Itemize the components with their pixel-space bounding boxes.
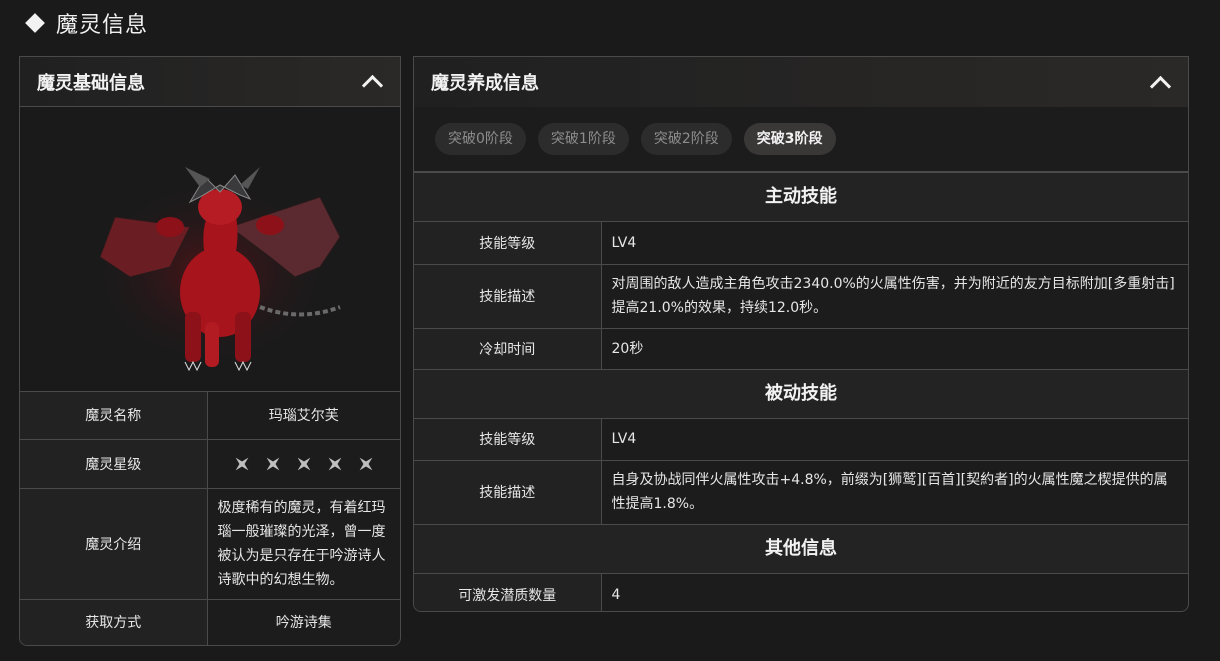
intro-value: 极度稀有的魔灵，有着红玛瑙一般璀璨的光泽，曾一度被认为是只存在于吟游诗人诗歌中的… <box>207 487 400 599</box>
table-row: 冷却时间 20秒 <box>414 327 1188 369</box>
active-skill-table: 技能等级 LV4 技能描述 对周围的敌人造成主角色攻击2340.0%的火属性伤害… <box>414 222 1188 369</box>
passive-level-value: LV4 <box>611 431 637 448</box>
passive-desc-label: 技能描述 <box>414 459 602 524</box>
star-icon <box>297 457 311 470</box>
tab-breakthrough-0[interactable]: 突破0阶段 <box>435 123 526 155</box>
active-desc-value: 对周围的敌人造成主角色攻击2340.0%的火属性伤害，并为附近的友方目标附加[多… <box>601 263 1188 328</box>
page-title: 魔灵信息 <box>56 13 149 38</box>
star-icon <box>235 457 249 470</box>
cooldown-value: 20秒 <box>601 327 1188 369</box>
growth-info-header[interactable]: 魔灵养成信息 <box>414 57 1188 107</box>
table-row: 技能等级 LV4 <box>414 419 1188 460</box>
tab-breakthrough-3[interactable]: 突破3阶段 <box>743 123 836 155</box>
star-label: 魔灵星级 <box>20 438 208 488</box>
table-row: 魔灵介绍 极度稀有的魔灵，有着红玛瑙一般璀璨的光泽，曾一度被认为是只存在于吟游诗… <box>20 487 400 599</box>
name-label: 魔灵名称 <box>20 392 208 439</box>
table-row: 技能描述 对周围的敌人造成主角色攻击2340.0%的火属性伤害，并为附近的友方目… <box>414 263 1188 328</box>
star-icon <box>328 457 342 470</box>
chevron-up-icon[interactable] <box>1149 75 1172 97</box>
other-info-table: 可激发潜质数量 4 <box>414 574 1188 611</box>
passive-skill-table: 技能等级 LV4 技能描述 自身及协战同伴火属性攻击+4.8%，前缀为[狮鹫][… <box>414 419 1188 524</box>
star-icon <box>266 457 280 470</box>
passive-desc-value: 自身及协战同伴火属性攻击+4.8%，前缀为[狮鹫][百首][契約者]的火属性魔之… <box>601 459 1188 524</box>
breakthrough-tabs: 突破0阶段 突破1阶段 突破2阶段 突破3阶段 <box>414 107 1188 173</box>
table-row: 技能描述 自身及协战同伴火属性攻击+4.8%，前缀为[狮鹫][百首][契約者]的… <box>414 459 1188 524</box>
diamond-icon <box>25 13 45 33</box>
passive-level-label: 技能等级 <box>414 419 602 460</box>
potential-label: 可激发潜质数量 <box>414 574 602 611</box>
growth-info-panel: 魔灵养成信息 突破0阶段 突破1阶段 突破2阶段 突破3阶段 主动技能 技能等级… <box>413 56 1189 612</box>
cooldown-label: 冷却时间 <box>414 327 602 369</box>
chevron-up-icon[interactable] <box>361 74 384 97</box>
name-value: 玛瑙艾尔芙 <box>268 408 339 425</box>
source-value: 吟游诗集 <box>207 598 400 645</box>
active-level-label: 技能等级 <box>414 222 602 264</box>
spirit-image <box>20 107 400 392</box>
active-skill-title: 主动技能 <box>414 173 1188 222</box>
table-row: 魔灵名称 玛瑙艾尔芙 <box>20 392 400 439</box>
tab-breakthrough-1[interactable]: 突破1阶段 <box>537 123 629 155</box>
intro-label: 魔灵介绍 <box>20 487 208 599</box>
star-rating <box>207 438 400 488</box>
tab-breakthrough-2[interactable]: 突破2阶段 <box>640 123 732 155</box>
passive-skill-title: 被动技能 <box>414 369 1188 419</box>
potential-value: 4 <box>611 587 621 603</box>
source-label: 获取方式 <box>20 598 208 645</box>
star-icon <box>359 457 373 470</box>
basic-info-header[interactable]: 魔灵基础信息 <box>20 57 400 107</box>
page-header: 魔灵信息 <box>24 6 148 40</box>
growth-info-title: 魔灵养成信息 <box>431 73 539 94</box>
table-row: 技能等级 LV4 <box>414 222 1188 264</box>
active-desc-label: 技能描述 <box>414 263 602 328</box>
other-info-title: 其他信息 <box>414 524 1188 574</box>
table-row: 可激发潜质数量 4 <box>414 574 1188 611</box>
basic-info-panel: 魔灵基础信息 魔灵名称 玛瑙艾尔芙 魔灵星级 魔灵介绍 极度稀有的魔灵，有着红玛… <box>19 56 401 646</box>
active-level-value: LV4 <box>611 234 637 251</box>
basic-info-title: 魔灵基础信息 <box>37 72 145 94</box>
table-row: 魔灵星级 <box>20 438 400 488</box>
table-row: 获取方式 吟游诗集 <box>20 598 400 645</box>
basic-info-table: 魔灵名称 玛瑙艾尔芙 魔灵星级 魔灵介绍 极度稀有的魔灵，有着红玛瑙一般璀璨的光… <box>20 392 400 645</box>
